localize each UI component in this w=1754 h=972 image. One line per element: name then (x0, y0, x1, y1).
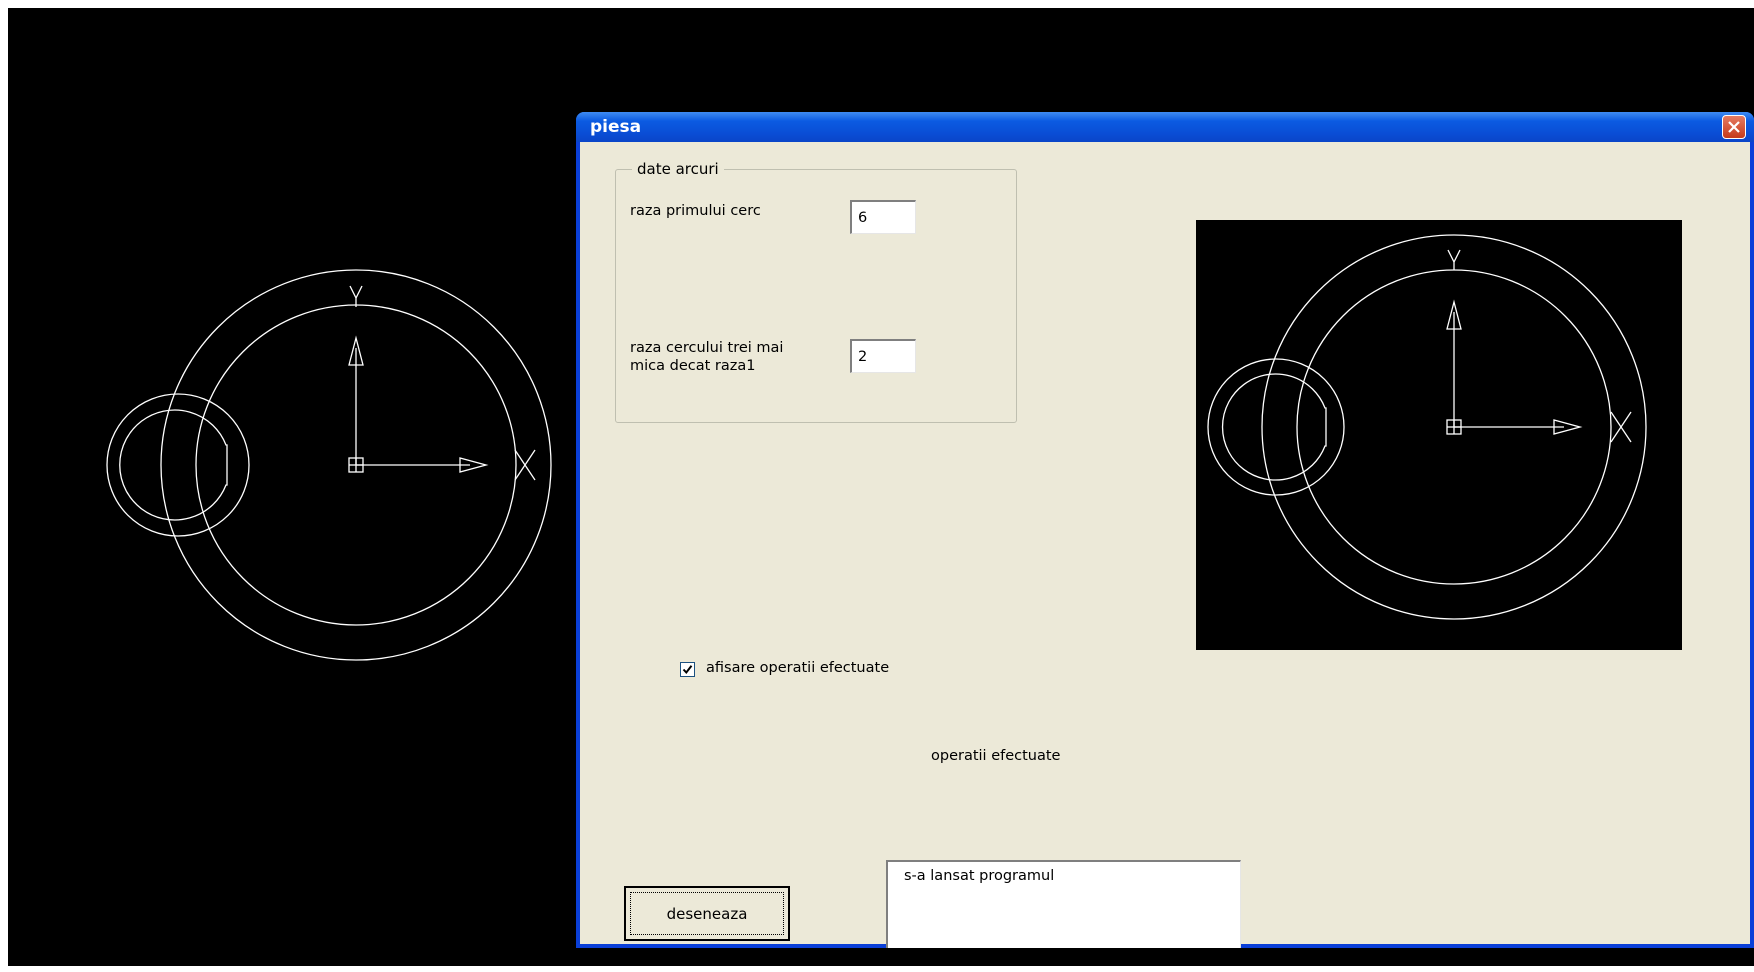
show-ops-checkbox[interactable] (680, 662, 695, 677)
preview-canvas (1196, 220, 1682, 650)
ops-listbox[interactable]: s-a lansat programul (886, 860, 1241, 948)
radius1-label: raza primului cerc (630, 203, 761, 219)
close-icon (1728, 121, 1740, 133)
radius3-label-line1: raza cercului trei mai (630, 340, 784, 356)
draw-button[interactable]: deseneaza (624, 886, 790, 941)
groupbox-legend: date arcuri (632, 160, 724, 178)
x-axis-label-glyph (514, 449, 536, 481)
show-ops-label[interactable]: afisare operatii efectuate (706, 660, 889, 676)
radius3-input[interactable] (850, 339, 916, 373)
piesa-dialog: piesa date arcuri raza primului cerc raz… (576, 112, 1754, 948)
title-bar[interactable]: piesa (576, 112, 1754, 142)
check-icon (682, 665, 693, 675)
draw-button-label: deseneaza (630, 892, 784, 935)
preview-drawing (1207, 234, 1647, 620)
radius3-label-line2: mica decat raza1 (630, 358, 756, 374)
y-axis-label-glyph (349, 285, 363, 307)
keyed-small-circle (119, 409, 228, 521)
list-item[interactable]: s-a lansat programul (904, 868, 1054, 884)
radius1-input[interactable] (850, 200, 916, 234)
dialog-client-area: date arcuri raza primului cerc raza cerc… (580, 142, 1750, 948)
close-button[interactable] (1722, 115, 1746, 139)
window-title: piesa (590, 117, 642, 137)
ops-label: operatii efectuate (931, 748, 1061, 764)
small-outer-circle (106, 393, 250, 537)
arc-data-groupbox: date arcuri raza primului cerc raza cerc… (615, 160, 1017, 423)
